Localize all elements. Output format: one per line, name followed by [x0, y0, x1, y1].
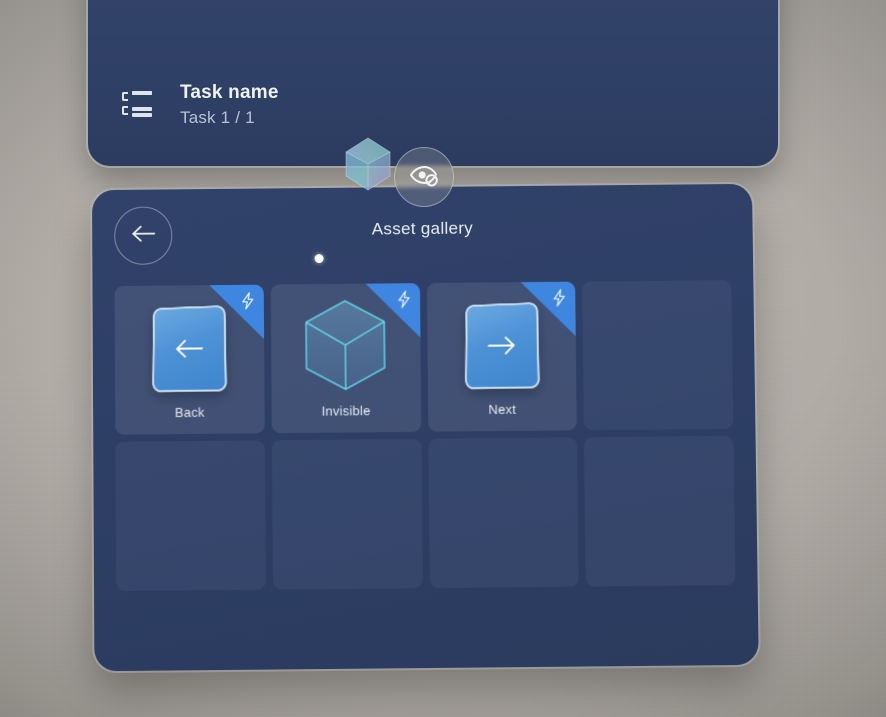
- asset-label: Back: [174, 404, 205, 421]
- asset-tile-empty: [271, 438, 423, 590]
- wireframe-cube-icon: [299, 295, 392, 399]
- asset-tile[interactable]: Next: [426, 281, 578, 432]
- asset-artwork: [115, 301, 265, 397]
- asset-artwork: [271, 299, 421, 395]
- asset-tile[interactable]: Invisible: [270, 283, 421, 434]
- asset-label: Next: [488, 401, 517, 418]
- task-panel: Task name Task 1 / 1: [88, 0, 778, 166]
- page-title: Asset gallery: [371, 218, 474, 239]
- asset-label: Invisible: [321, 403, 371, 419]
- vr-passthrough-scene: Task name Task 1 / 1 Asset gallery Back …: [0, 0, 886, 717]
- task-row: Task name Task 1 / 1: [122, 82, 279, 128]
- asset-tile-empty: [115, 440, 266, 592]
- asset-artwork: [427, 298, 577, 394]
- asset-tile-empty: [582, 280, 734, 431]
- eye-off-icon: [409, 163, 439, 192]
- task-text-group: Task name Task 1 / 1: [180, 82, 279, 128]
- asset-tile-empty: [427, 437, 579, 589]
- asset-tile-empty: [584, 435, 736, 587]
- card-arrow-left-icon: [152, 305, 228, 393]
- asset-tile[interactable]: Back: [114, 284, 265, 435]
- asset-grid: Back Invisible Next: [114, 280, 736, 592]
- task-progress-label: Task 1 / 1: [180, 108, 255, 127]
- task-list-icon: [122, 91, 152, 119]
- polyhedron-gem-icon: [338, 134, 398, 194]
- pointer-dot: [314, 253, 324, 264]
- task-title: Task name: [180, 82, 279, 103]
- asset-gallery-panel: Asset gallery Back Invisible Next: [92, 183, 759, 672]
- card-arrow-right-icon: [465, 302, 540, 390]
- visibility-toggle-button[interactable]: [394, 147, 454, 207]
